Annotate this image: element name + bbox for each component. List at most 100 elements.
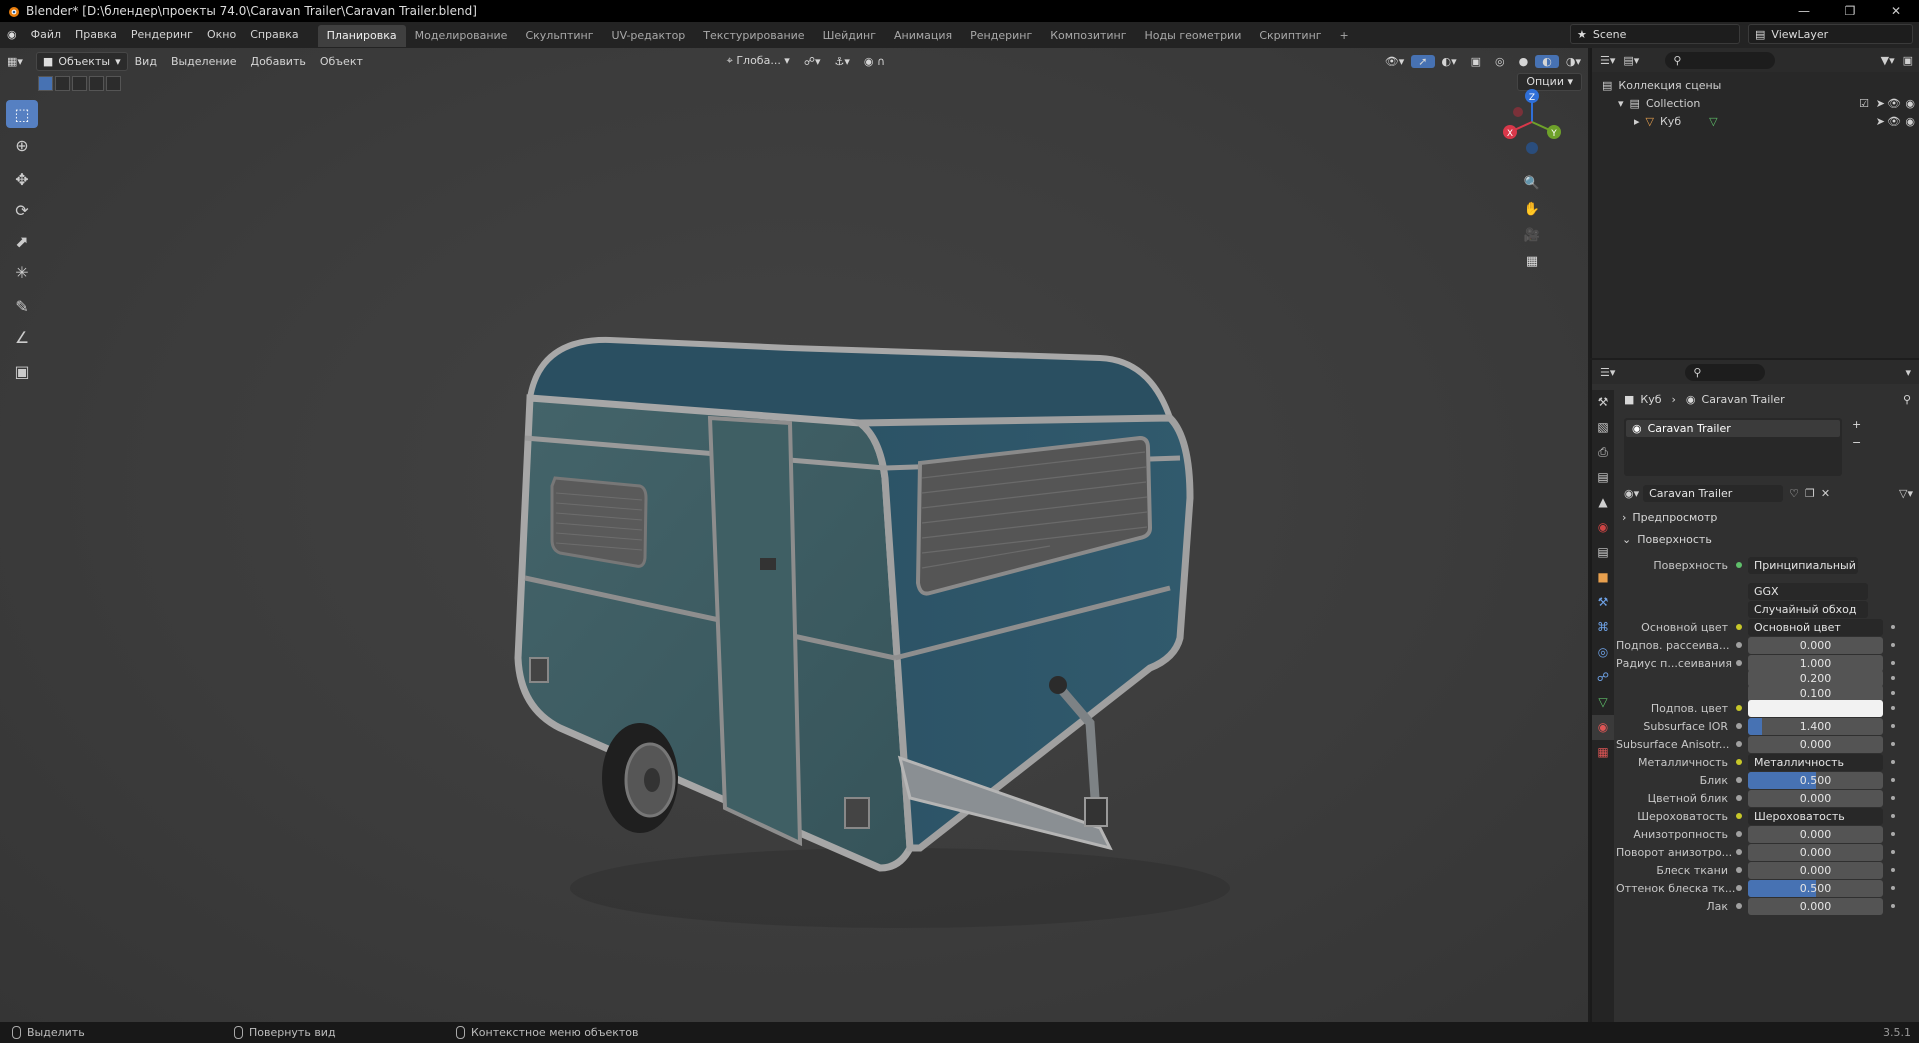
3d-viewport[interactable]: ▦▾ ■ Объекты ▾ Вид Выделение Добавить Об… [0,48,1588,1022]
select-subtract-icon[interactable] [72,76,87,91]
menu-file[interactable]: Файл [24,22,68,48]
preview-panel-header[interactable]: › Предпросмотр [1622,506,1913,528]
menu-select[interactable]: Выделение [164,55,244,68]
tool-tab-icon[interactable]: ⚒ [1592,390,1614,415]
caravan-trailer-model[interactable] [500,328,1260,948]
move-tool-icon[interactable]: ✥ [6,165,38,193]
scale-tool-icon[interactable]: ⬈ [6,227,38,255]
shader-input-field[interactable] [1748,699,1883,717]
menu-view[interactable]: Вид [128,55,164,68]
tab-sculpting[interactable]: Скульптинг [516,25,602,47]
material-name-field[interactable]: Caravan Trailer [1643,484,1784,502]
keyframe-dot-icon[interactable] [1891,904,1895,908]
outliner-row-collection[interactable]: ▾ ▤ Collection ☑ ➤ 👁 ◉ [1592,94,1919,112]
tab-modeling[interactable]: Моделирование [406,25,517,47]
particles-tab-icon[interactable]: ⌘ [1592,615,1614,640]
shader-input-field[interactable]: 0.500 [1748,879,1883,897]
shader-input-field[interactable]: 0.000 [1748,861,1883,879]
measure-tool-icon[interactable]: ∠ [6,323,38,351]
duplicate-material-icon[interactable]: ❐ [1805,487,1815,500]
distribution-dropdown[interactable]: GGX [1748,582,1868,600]
shader-input-field[interactable]: 0.500 [1748,771,1883,789]
keyframe-dot-icon[interactable] [1891,661,1895,665]
menu-help[interactable]: Справка [243,22,305,48]
rotate-tool-icon[interactable]: ⟳ [6,196,38,224]
scene-selector[interactable]: ★ Scene [1570,24,1740,44]
add-workspace-icon[interactable]: + [1331,25,1358,47]
menu-edit[interactable]: Правка [68,22,124,48]
transform-tool-icon[interactable]: ✳ [6,258,38,286]
properties-editor-icon[interactable]: ☰▾ [1600,366,1615,379]
perspective-grid-icon[interactable]: ▦ [1520,250,1544,274]
surface-panel-header[interactable]: ⌄ Поверхность [1622,528,1913,550]
material-slot-item[interactable]: ◉ Caravan Trailer [1626,420,1840,437]
output-tab-icon[interactable]: ⎙ [1592,440,1614,465]
tab-layout[interactable]: Планировка [317,25,406,47]
material-browse-icon[interactable]: ◉▾ [1624,487,1639,500]
shader-input-field[interactable]: Шероховатость [1748,807,1883,825]
tab-compositing[interactable]: Композитинг [1041,25,1135,47]
tab-uv-editing[interactable]: UV-редактор [603,25,695,47]
select-box-tool-icon[interactable]: ⬚ [6,100,38,128]
shader-input-field[interactable]: 1.400 [1748,717,1883,735]
pin-icon[interactable]: ⚲ [1903,393,1911,406]
tab-animation[interactable]: Анимация [885,25,961,47]
menu-object[interactable]: Объект [313,55,370,68]
expand-arrow-icon[interactable]: ▸ [1634,115,1640,128]
select-new-icon[interactable] [38,76,53,91]
view-layer-tab-icon[interactable]: ▤ [1592,465,1614,490]
object-tab-icon[interactable]: ■ [1592,565,1614,590]
gizmo-toggle-icon[interactable]: ➚ [1411,54,1435,68]
shader-input-field[interactable]: Основной цвет [1748,618,1883,636]
snap-icon[interactable]: ⚓▾ [828,55,857,68]
camera-icon[interactable]: ◉ [1905,115,1915,128]
outliner-row-scene-collection[interactable]: ▤ Коллекция сцены [1592,76,1919,94]
shader-input-field[interactable]: 0.000 [1748,825,1883,843]
maximize-icon[interactable]: ❐ [1827,4,1873,18]
select-invert-icon[interactable] [89,76,104,91]
cursor-tool-icon[interactable]: ⊕ [6,131,38,159]
add-slot-icon[interactable]: + [1852,418,1861,431]
select-extend-icon[interactable] [55,76,70,91]
view-layer-selector[interactable]: ▤ ViewLayer [1748,24,1913,44]
keyframe-dot-icon[interactable] [1891,868,1895,872]
tab-texture-paint[interactable]: Текстурирование [694,25,813,47]
material-slot-list[interactable]: ◉ Caravan Trailer [1624,418,1842,476]
close-icon[interactable]: ✕ [1873,4,1919,18]
texture-tab-icon[interactable]: ▦ [1592,740,1614,765]
shader-input-field[interactable]: 0.000 [1748,897,1883,915]
keyframe-dot-icon[interactable] [1891,760,1895,764]
keyframe-dot-icon[interactable] [1891,814,1895,818]
subsurface-method-dropdown[interactable]: Случайный обход [1748,600,1868,618]
keyframe-dot-icon[interactable] [1891,796,1895,800]
annotate-tool-icon[interactable]: ✎ [6,292,38,320]
navigation-gizmo[interactable]: Z Y X 🔍 ✋ 🎥 ▦ [1492,82,1572,272]
shader-input-field[interactable]: 0.000 [1748,735,1883,753]
collection-tab-icon[interactable]: ▤ [1592,540,1614,565]
material-link-icon[interactable]: ▽▾ [1899,487,1913,500]
keyframe-dot-icon[interactable] [1891,691,1895,695]
keyframe-dot-icon[interactable] [1891,625,1895,629]
mode-dropdown[interactable]: ■ Объекты ▾ [35,51,128,71]
expand-arrow-icon[interactable]: ▾ [1618,97,1624,110]
shader-input-field[interactable]: Металличность [1748,753,1883,771]
keyframe-dot-icon[interactable] [1891,643,1895,647]
visibility-icon[interactable]: 👁▾ [1378,55,1412,68]
overlays-icon[interactable]: ◐▾ [1435,55,1464,68]
filter-icon[interactable]: ▼▾ [1881,54,1895,67]
shader-input-field[interactable]: 0.000 [1748,843,1883,861]
shader-input-field[interactable]: 0.000 [1748,789,1883,807]
solid-shading-icon[interactable]: ● [1512,55,1536,68]
constraints-tab-icon[interactable]: ☍ [1592,665,1614,690]
keyframe-dot-icon[interactable] [1891,886,1895,890]
new-collection-icon[interactable]: ▣ [1903,54,1913,67]
menu-window[interactable]: Окно [200,22,243,48]
outliner-editor-icon[interactable]: ☰▾ [1600,54,1615,67]
rendered-shading-icon[interactable]: ◑▾ [1559,55,1588,68]
keyframe-dot-icon[interactable] [1891,706,1895,710]
selectable-icon[interactable]: ➤ [1876,97,1885,110]
display-mode-icon[interactable]: ▤▾ [1623,54,1639,67]
physics-tab-icon[interactable]: ◎ [1592,640,1614,665]
pan-hand-icon[interactable]: ✋ [1520,198,1544,222]
modifier-tab-icon[interactable]: ⚒ [1592,590,1614,615]
